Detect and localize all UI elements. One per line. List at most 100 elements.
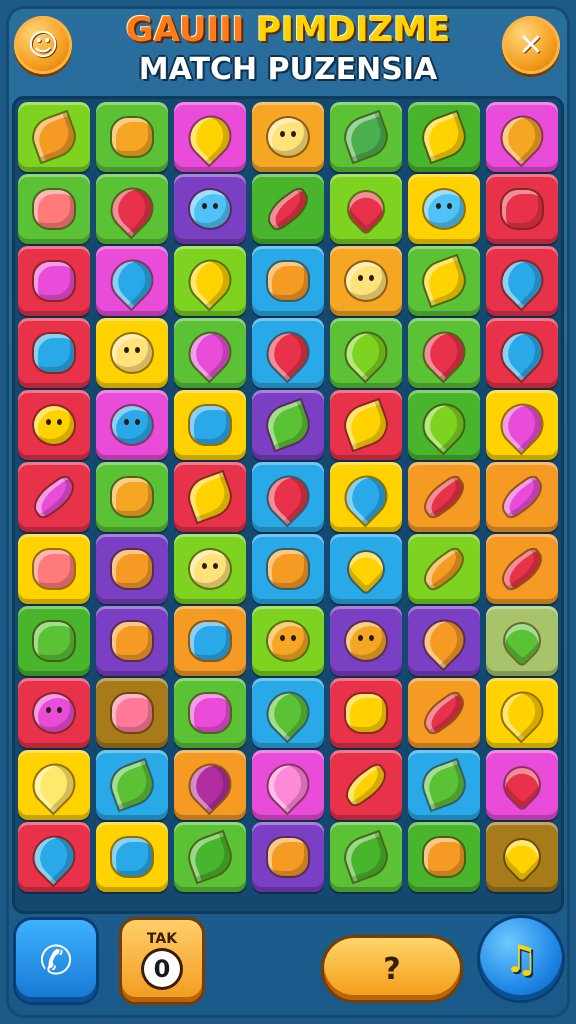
game-tile[interactable] <box>252 390 324 460</box>
game-tile[interactable] <box>486 246 558 316</box>
game-tile[interactable] <box>96 318 168 388</box>
game-tile[interactable] <box>252 246 324 316</box>
game-tile[interactable] <box>486 462 558 532</box>
face-piece-icon <box>190 190 230 228</box>
game-tile[interactable] <box>408 102 480 172</box>
drop-piece-icon <box>494 397 550 453</box>
pepper-piece-icon <box>419 691 469 735</box>
game-tile[interactable] <box>486 390 558 460</box>
game-tile[interactable] <box>486 102 558 172</box>
face-piece-icon <box>112 334 152 372</box>
game-tile[interactable] <box>486 822 558 892</box>
game-tile[interactable] <box>174 174 246 244</box>
game-tile[interactable] <box>252 318 324 388</box>
game-tile[interactable] <box>408 246 480 316</box>
phone-button[interactable]: ✆ <box>16 920 96 1002</box>
hint-button[interactable]: ? <box>324 938 460 1000</box>
game-tile[interactable] <box>18 678 90 748</box>
game-tile[interactable] <box>330 534 402 604</box>
drop-piece-icon <box>494 325 550 381</box>
heart-piece-icon <box>497 760 547 810</box>
game-tile[interactable] <box>408 534 480 604</box>
game-tile[interactable] <box>486 750 558 820</box>
game-tile[interactable] <box>330 102 402 172</box>
game-tile[interactable] <box>252 534 324 604</box>
game-tile[interactable] <box>96 822 168 892</box>
game-tile[interactable] <box>174 534 246 604</box>
game-tile[interactable] <box>174 822 246 892</box>
game-tile[interactable] <box>252 174 324 244</box>
game-tile[interactable] <box>330 462 402 532</box>
game-tile[interactable] <box>18 606 90 676</box>
game-board <box>12 96 564 914</box>
game-tile[interactable] <box>408 750 480 820</box>
pepper-piece-icon <box>497 475 547 519</box>
game-tile[interactable] <box>174 462 246 532</box>
game-tile[interactable] <box>18 174 90 244</box>
game-tile[interactable] <box>96 606 168 676</box>
game-tile[interactable] <box>408 606 480 676</box>
game-tile[interactable] <box>330 822 402 892</box>
game-tile[interactable] <box>408 390 480 460</box>
game-tile[interactable] <box>252 606 324 676</box>
game-tile[interactable] <box>408 678 480 748</box>
game-tile[interactable] <box>96 462 168 532</box>
face-piece-icon <box>346 262 386 300</box>
game-tile[interactable] <box>174 750 246 820</box>
game-tile[interactable] <box>252 750 324 820</box>
game-tile[interactable] <box>174 318 246 388</box>
game-tile[interactable] <box>18 102 90 172</box>
game-tile[interactable] <box>330 246 402 316</box>
game-tile[interactable] <box>408 174 480 244</box>
game-tile[interactable] <box>408 462 480 532</box>
leaf-piece-icon <box>262 400 314 450</box>
game-tile[interactable] <box>252 822 324 892</box>
game-tile[interactable] <box>174 102 246 172</box>
leaf-piece-icon <box>184 832 236 882</box>
game-tile[interactable] <box>174 246 246 316</box>
game-tile[interactable] <box>330 606 402 676</box>
tak-counter-button[interactable]: TAK 0 <box>122 920 202 1002</box>
game-tile[interactable] <box>408 822 480 892</box>
music-button[interactable]: ♫ <box>480 918 562 1000</box>
game-tile[interactable] <box>18 822 90 892</box>
drop-piece-icon <box>416 325 472 381</box>
game-tile[interactable] <box>96 390 168 460</box>
game-tile[interactable] <box>96 534 168 604</box>
tak-value: 0 <box>144 951 180 987</box>
game-tile[interactable] <box>96 102 168 172</box>
game-tile[interactable] <box>96 174 168 244</box>
game-tile[interactable] <box>96 246 168 316</box>
game-tile[interactable] <box>96 750 168 820</box>
game-tile[interactable] <box>486 318 558 388</box>
game-title: GAUIII PIMDIZME MATCH PUZENSIA <box>0 10 576 88</box>
game-tile[interactable] <box>174 390 246 460</box>
game-tile[interactable] <box>486 678 558 748</box>
game-tile[interactable] <box>330 750 402 820</box>
drop-piece-icon <box>26 757 82 813</box>
game-tile[interactable] <box>486 534 558 604</box>
spiky-piece-icon <box>34 262 74 300</box>
game-tile[interactable] <box>330 174 402 244</box>
game-tile[interactable] <box>252 462 324 532</box>
game-tile[interactable] <box>252 102 324 172</box>
game-tile[interactable] <box>408 318 480 388</box>
game-tile[interactable] <box>252 678 324 748</box>
game-tile[interactable] <box>330 318 402 388</box>
game-tile[interactable] <box>18 318 90 388</box>
game-tile[interactable] <box>18 246 90 316</box>
game-tile[interactable] <box>18 462 90 532</box>
game-tile[interactable] <box>18 534 90 604</box>
game-tile[interactable] <box>330 678 402 748</box>
game-tile[interactable] <box>486 606 558 676</box>
game-tile[interactable] <box>18 750 90 820</box>
drop-piece-icon <box>494 109 550 165</box>
game-tile[interactable] <box>486 174 558 244</box>
game-tile[interactable] <box>174 678 246 748</box>
game-tile[interactable] <box>174 606 246 676</box>
drop-piece-icon <box>494 253 550 309</box>
spiky-piece-icon <box>34 190 74 228</box>
game-tile[interactable] <box>18 390 90 460</box>
game-tile[interactable] <box>330 390 402 460</box>
game-tile[interactable] <box>96 678 168 748</box>
